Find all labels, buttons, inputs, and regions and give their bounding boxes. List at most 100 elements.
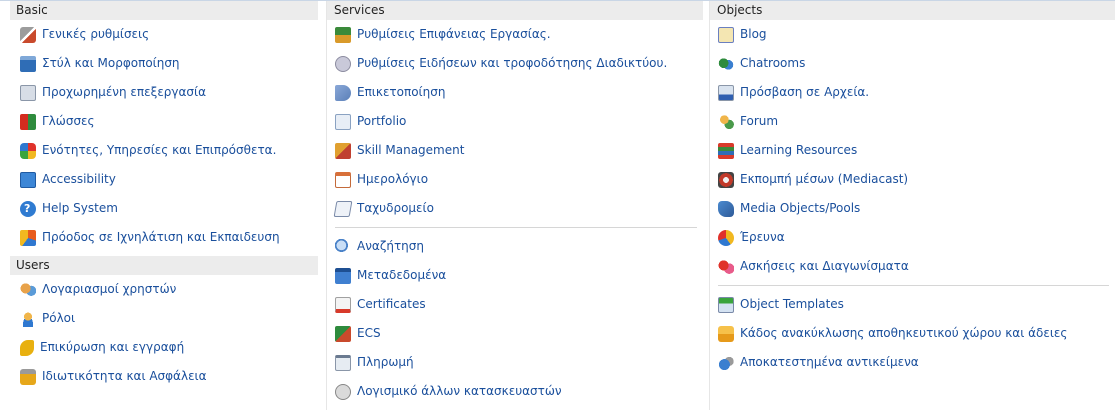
menu-item-advanced-editing[interactable]: Προχωρημένη επεξεργασία <box>10 78 318 107</box>
menu-item-ecs[interactable]: ECS <box>327 319 703 348</box>
section-header-objects: Objects <box>710 1 1115 20</box>
menu-item-label: Accessibility <box>42 172 116 186</box>
media-pool-icon <box>718 200 734 217</box>
recycle-bin-icon <box>718 325 734 342</box>
menu-item-roles[interactable]: Ρόλοι <box>10 304 318 333</box>
ecs-icon <box>335 325 351 342</box>
objects-list-2: Object Templates Κάδος ανακύκλωσης αποθη… <box>710 290 1115 377</box>
menu-item-desktop[interactable]: Ρυθμίσεις Επιφάνειας Εργασίας. <box>327 20 703 49</box>
services-list-2: Αναζήτηση Μεταδεδομένα Certificates ECS … <box>327 232 703 406</box>
file-access-icon <box>718 84 734 101</box>
menu-item-tracking[interactable]: Πρόοδος σε Ιχνηλάτιση και Εκπαιδευση <box>10 223 318 252</box>
test-icon <box>718 258 734 275</box>
menu-item-label: Πρόσβαση σε Αρχεία. <box>740 85 870 99</box>
menu-item-user-accounts[interactable]: Λογαριασμοί χρηστών <box>10 275 318 304</box>
tracking-icon <box>20 229 36 246</box>
menu-item-restored-objects[interactable]: Αποκατεστημένα αντικείμενα <box>710 348 1115 377</box>
menu-item-label: Στύλ και Μορφοποίηση <box>42 56 180 70</box>
menu-item-tagging[interactable]: Επικετοποίηση <box>327 78 703 107</box>
mediacast-icon <box>718 171 734 188</box>
menu-item-modules[interactable]: Ενότητες, Υπηρεσίες και Επιπρόσθετα. <box>10 136 318 165</box>
menu-item-calendar[interactable]: Ημερολόγιο <box>327 165 703 194</box>
menu-item-label: Ταχυδρομείο <box>357 201 434 215</box>
menu-item-label: Chatrooms <box>740 56 806 70</box>
tools-icon <box>20 26 36 43</box>
menu-item-tests[interactable]: Ασκήσεις και Διαγωνίσματα <box>710 252 1115 281</box>
modules-icon <box>20 142 36 159</box>
menu-item-payment[interactable]: Πληρωμή <box>327 348 703 377</box>
menu-item-learning-resources[interactable]: Learning Resources <box>710 136 1115 165</box>
section-header-basic: Basic <box>10 1 318 20</box>
blog-icon <box>718 26 734 43</box>
menu-item-privacy-security[interactable]: Ιδιωτικότητα και Ασφάλεια <box>10 362 318 391</box>
advanced-editing-icon <box>20 84 36 101</box>
menu-item-general-settings[interactable]: Γενικές ρυθμίσεις <box>10 20 318 49</box>
menu-item-label: Ρυθμίσεις Ειδήσεων και τροφοδότησης Διαδ… <box>357 56 668 70</box>
menu-item-label: Γλώσσες <box>42 114 95 128</box>
object-templates-icon <box>718 296 734 313</box>
calendar-icon <box>335 171 351 188</box>
divider <box>718 285 1109 286</box>
objects-list-1: Blog Chatrooms Πρόσβαση σε Αρχεία. Forum… <box>710 20 1115 281</box>
menu-item-authentication[interactable]: Επικύρωση και εγγραφή <box>10 333 318 362</box>
menu-item-label: Πρόοδος σε Ιχνηλάτιση και Εκπαιδευση <box>42 230 280 244</box>
menu-item-certificates[interactable]: Certificates <box>327 290 703 319</box>
users-list: Λογαριασμοί χρηστών Ρόλοι Επικύρωση και … <box>10 275 318 391</box>
menu-item-help-system[interactable]: Help System <box>10 194 318 223</box>
basic-list: Γενικές ρυθμίσεις Στύλ και Μορφοποίηση Π… <box>10 20 318 252</box>
menu-item-skill-management[interactable]: Skill Management <box>327 136 703 165</box>
search-icon <box>335 238 351 255</box>
menu-item-label: Object Templates <box>740 297 844 311</box>
certificate-icon <box>335 296 351 313</box>
menu-item-metadata[interactable]: Μεταδεδομένα <box>327 261 703 290</box>
menu-item-label: Κάδος ανακύκλωσης αποθηκευτικού χώρου κα… <box>740 326 1068 340</box>
languages-icon <box>20 113 36 130</box>
mail-icon <box>333 200 353 217</box>
tag-icon <box>335 84 351 101</box>
learning-resources-icon <box>718 142 734 159</box>
menu-item-languages[interactable]: Γλώσσες <box>10 107 318 136</box>
menu-item-mail[interactable]: Ταχυδρομείο <box>327 194 703 223</box>
menu-item-label: Λογισμικό άλλων κατασκευαστών <box>357 384 562 398</box>
menu-item-recycle-bin[interactable]: Κάδος ανακύκλωσης αποθηκευτικού χώρου κα… <box>710 319 1115 348</box>
menu-item-accessibility[interactable]: Accessibility <box>10 165 318 194</box>
menu-item-media-pools[interactable]: Media Objects/Pools <box>710 194 1115 223</box>
menu-item-style[interactable]: Στύλ και Μορφοποίηση <box>10 49 318 78</box>
menu-item-label: Ενότητες, Υπηρεσίες και Επιπρόσθετα. <box>42 143 277 157</box>
menu-item-third-party-software[interactable]: Λογισμικό άλλων κατασκευαστών <box>327 377 703 406</box>
key-icon <box>20 339 34 356</box>
menu-item-label: Ασκήσεις και Διαγωνίσματα <box>740 259 909 273</box>
menu-item-mediacast[interactable]: Εκπομπή μέσων (Mediacast) <box>710 165 1115 194</box>
menu-item-object-templates[interactable]: Object Templates <box>710 290 1115 319</box>
restored-objects-icon <box>718 354 734 371</box>
menu-item-blog[interactable]: Blog <box>710 20 1115 49</box>
menu-item-portfolio[interactable]: Portfolio <box>327 107 703 136</box>
menu-item-news-feeds[interactable]: Ρυθμίσεις Ειδήσεων και τροφοδότησης Διαδ… <box>327 49 703 78</box>
menu-item-label: Αποκατεστημένα αντικείμενα <box>740 355 919 369</box>
menu-item-label: Portfolio <box>357 114 407 128</box>
news-feed-icon <box>335 55 351 72</box>
menu-item-label: Ημερολόγιο <box>357 172 429 186</box>
menu-item-label: Λογαριασμοί χρηστών <box>42 282 177 296</box>
help-icon <box>20 194 36 223</box>
column-objects: Objects Blog Chatrooms Πρόσβαση σε Αρχεί… <box>709 1 1115 410</box>
menu-item-label: Ρόλοι <box>42 311 76 325</box>
third-party-software-icon <box>335 383 351 400</box>
administration-menu: Basic Γενικές ρυθμίσεις Στύλ και Μορφοπο… <box>0 0 1115 410</box>
menu-item-chatrooms[interactable]: Chatrooms <box>710 49 1115 78</box>
menu-item-search[interactable]: Αναζήτηση <box>327 232 703 261</box>
menu-item-forum[interactable]: Forum <box>710 107 1115 136</box>
section-header-services: Services <box>327 1 703 20</box>
menu-item-survey[interactable]: Έρευνα <box>710 223 1115 252</box>
accessibility-icon <box>20 171 36 188</box>
menu-item-file-access[interactable]: Πρόσβαση σε Αρχεία. <box>710 78 1115 107</box>
menu-item-label: Ιδιωτικότητα και Ασφάλεια <box>42 369 207 383</box>
column-services: Services Ρυθμίσεις Επιφάνειας Εργασίας. … <box>326 1 703 410</box>
menu-item-label: Εκπομπή μέσων (Mediacast) <box>740 172 909 186</box>
divider <box>335 227 697 228</box>
payment-icon <box>335 354 351 371</box>
lock-icon <box>20 368 36 385</box>
menu-item-label: Επικύρωση και εγγραφή <box>40 340 185 354</box>
chat-icon <box>718 55 734 72</box>
menu-item-label: Αναζήτηση <box>357 239 424 253</box>
